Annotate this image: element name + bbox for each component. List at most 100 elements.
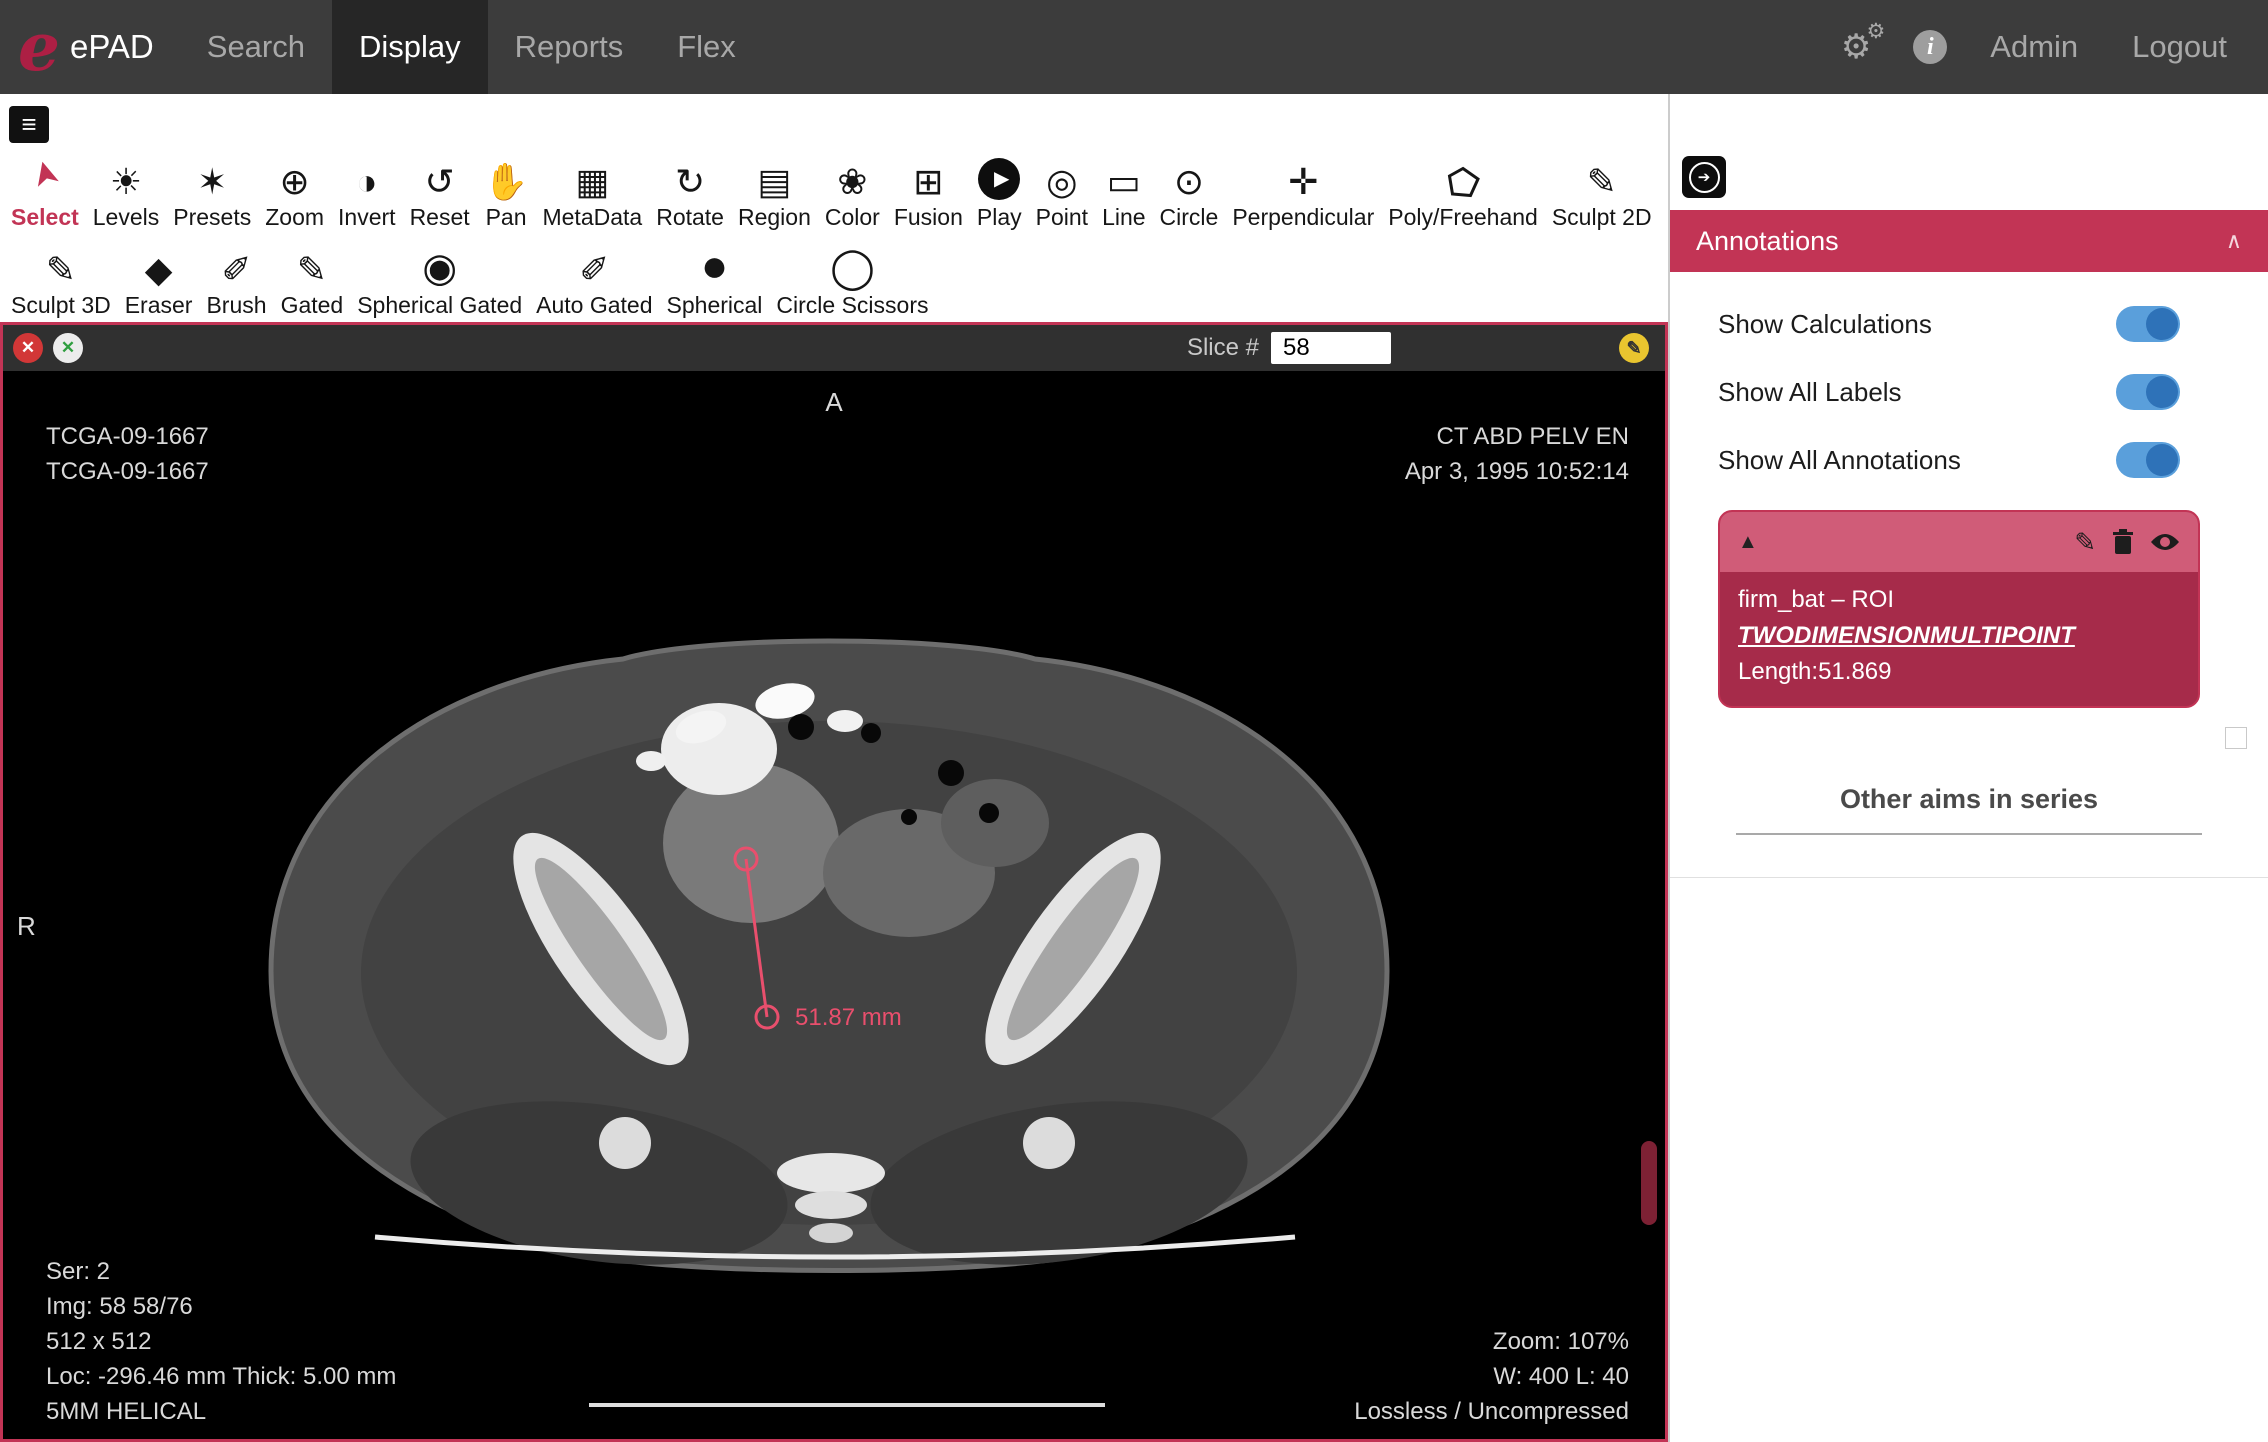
annotation-type: TWODIMENSIONMULTIPOINT bbox=[1738, 622, 2075, 649]
trash-icon[interactable] bbox=[2112, 528, 2134, 556]
annotations-sidebar: ➔ Annotations ∧ Show Calculations Show A… bbox=[1668, 94, 2268, 1442]
tool-perpendicular[interactable]: ✛ Perpendicular bbox=[1225, 148, 1381, 231]
show-calculations-switch[interactable] bbox=[2116, 306, 2180, 342]
settings-gear-icon[interactable]: ⚙ ⚙ bbox=[1841, 20, 1885, 67]
epad-app: e ePAD Search Display Reports Flex ⚙ ⚙ i … bbox=[0, 0, 2268, 1442]
tool-eraser[interactable]: ◆ Eraser bbox=[118, 236, 200, 319]
tool-pan[interactable]: ✋ Pan bbox=[477, 148, 536, 231]
ruler-icon: ▭ bbox=[1106, 161, 1141, 202]
toggle-label: Show All Labels bbox=[1718, 376, 1902, 407]
patient-name: TCGA-09-1667 bbox=[46, 458, 209, 485]
tool-line[interactable]: ▭ Line bbox=[1095, 148, 1152, 231]
circle-icon: ⊙ bbox=[1173, 161, 1205, 202]
tool-label: Pan bbox=[485, 204, 527, 230]
tool-label: Levels bbox=[92, 204, 160, 230]
tool-label: Circle bbox=[1159, 204, 1219, 230]
eye-icon[interactable] bbox=[2150, 532, 2180, 552]
tool-fusion[interactable]: ⊞ Fusion bbox=[887, 148, 970, 231]
tool-rotate[interactable]: ↻ Rotate bbox=[649, 148, 731, 231]
info-icon[interactable]: i bbox=[1913, 30, 1948, 64]
toggle-row-show-all-labels: Show All Labels bbox=[1718, 358, 2180, 426]
nav-logout[interactable]: Logout bbox=[2105, 0, 2254, 94]
tool-presets[interactable]: ✶ Presets bbox=[166, 148, 258, 231]
tool-label: Circle Scissors bbox=[776, 292, 929, 318]
tool-region[interactable]: ▤ Region bbox=[731, 148, 818, 231]
tool-poly-freehand[interactable]: Poly/Freehand bbox=[1381, 148, 1545, 231]
nav-search[interactable]: Search bbox=[180, 0, 332, 94]
nav-admin[interactable]: Admin bbox=[1963, 0, 2105, 94]
circle-outline-icon: ◯ bbox=[830, 246, 875, 290]
compression-info: Lossless / Uncompressed bbox=[1354, 1398, 1629, 1425]
tool-label: Color bbox=[824, 204, 880, 230]
tool-color[interactable]: ❀ Color bbox=[818, 148, 887, 231]
tool-play[interactable]: ▶ Play bbox=[970, 158, 1029, 231]
tool-label: Point bbox=[1035, 204, 1089, 230]
hamburger-menu-button[interactable]: ≡ bbox=[9, 106, 49, 143]
chevron-up-icon[interactable]: ∧ bbox=[2226, 228, 2242, 254]
tool-auto-gated[interactable]: ✐ Auto Gated bbox=[529, 236, 659, 319]
tool-gated[interactable]: ✎ Gated bbox=[274, 236, 351, 319]
resize-handle[interactable] bbox=[2225, 727, 2247, 749]
annotations-panel-header[interactable]: Annotations ∧ bbox=[1670, 210, 2268, 272]
annotation-length: Length:51.869 bbox=[1738, 658, 1892, 685]
nav-display[interactable]: Display bbox=[332, 0, 488, 94]
tool-label: MetaData bbox=[542, 204, 643, 230]
nav-reports[interactable]: Reports bbox=[488, 0, 651, 94]
series-info-overlay: Ser: 2 Img: 58 58/76 512 x 512 Loc: -296… bbox=[46, 1254, 396, 1429]
annotations-title: Annotations bbox=[1696, 225, 1839, 256]
nav-flex[interactable]: Flex bbox=[650, 0, 763, 94]
play-icon: ▶ bbox=[978, 158, 1021, 200]
window-level: W: 400 L: 40 bbox=[1493, 1363, 1629, 1390]
switch-knob bbox=[2146, 308, 2178, 340]
tool-brush[interactable]: ✐ Brush bbox=[199, 236, 273, 319]
annotation-card-header: ▲ ✎ bbox=[1720, 512, 2198, 572]
tool-circle-scissors[interactable]: ◯ Circle Scissors bbox=[769, 236, 935, 319]
app-title: ePAD bbox=[70, 28, 154, 65]
tool-label: Sculpt 3D bbox=[11, 292, 111, 318]
collapse-triangle-icon[interactable]: ▲ bbox=[1738, 531, 1758, 554]
sidebar-collapse-button[interactable]: ➔ bbox=[1682, 156, 1726, 198]
close-series-icon[interactable]: ✕ bbox=[13, 333, 43, 363]
tool-sculpt-3d[interactable]: ✎ Sculpt 3D bbox=[4, 236, 118, 319]
epad-logo[interactable]: e bbox=[18, 14, 60, 80]
annotation-card-body: firm_bat – ROI TWODIMENSIONMULTIPOINT Le… bbox=[1720, 572, 2198, 706]
tool-point[interactable]: ◎ Point bbox=[1029, 148, 1095, 231]
zoom-level: Zoom: 107% bbox=[1492, 1328, 1629, 1355]
reset-icon: ↺ bbox=[424, 161, 455, 202]
slice-number-input[interactable] bbox=[1271, 332, 1391, 364]
patient-id: TCGA-09-1667 bbox=[46, 423, 209, 450]
viewer-scrollbar-thumb[interactable] bbox=[1641, 1141, 1657, 1225]
tool-zoom[interactable]: ⊕ Zoom bbox=[258, 148, 331, 231]
slice-controls: Slice # bbox=[1187, 332, 1391, 364]
toggle-label: Show All Annotations bbox=[1718, 444, 1961, 475]
toolbar-row-2: ✎ Sculpt 3D ◆ Eraser ✐ Brush ✎ Gated ◉ Spheri… bbox=[4, 236, 935, 319]
toggle-row-show-all-annotations: Show All Annotations bbox=[1718, 426, 2180, 494]
study-datetime: Apr 3, 1995 10:52:14 bbox=[1404, 458, 1629, 485]
tool-spherical-gated[interactable]: ◉ Spherical Gated bbox=[350, 236, 529, 319]
edit-annotation-icon[interactable]: ✎ bbox=[1619, 333, 1649, 363]
tool-label: Rotate bbox=[656, 204, 724, 230]
viewer-canvas[interactable]: 51.87 mm A R TCGA-09-1667 TCGA-09-1667 C… bbox=[3, 371, 1665, 1439]
show-all-annotations-switch[interactable] bbox=[2116, 442, 2180, 478]
tool-reset[interactable]: ↺ Reset bbox=[403, 148, 477, 231]
polygon-icon bbox=[1445, 148, 1481, 200]
tool-label: Perpendicular bbox=[1232, 204, 1375, 230]
slice-location: Loc: -296.46 mm Thick: 5.00 mm bbox=[46, 1363, 397, 1390]
protocol-name: 5MM HELICAL bbox=[46, 1398, 207, 1425]
tool-invert[interactable]: ◑ Invert bbox=[331, 148, 403, 231]
edit-icon[interactable]: ✎ bbox=[2074, 527, 2096, 558]
pan-hand-icon: ✋ bbox=[483, 161, 529, 202]
toolbar-row-1: ➤ Select ☀ Levels ✶ Presets ⊕ Zoom ◑ Invert ↺… bbox=[4, 148, 1659, 231]
tool-sculpt-2d[interactable]: ✎ Sculpt 2D bbox=[1545, 148, 1659, 231]
detach-series-icon[interactable]: ✕ bbox=[53, 333, 83, 363]
tool-spherical[interactable]: ● Spherical bbox=[660, 236, 770, 319]
tool-circle[interactable]: ⊙ Circle bbox=[1153, 148, 1226, 231]
show-all-labels-switch[interactable] bbox=[2116, 374, 2180, 410]
pencil-arrow-icon: ✐ bbox=[579, 249, 610, 290]
annotation-card[interactable]: ▲ ✎ firm_bat – ROI TWODIMENSIONMULTIPOIN… bbox=[1718, 510, 2200, 708]
tool-select[interactable]: ➤ Select bbox=[4, 148, 86, 231]
pencil-icon: ✎ bbox=[1586, 161, 1617, 202]
tool-metadata[interactable]: ▦ MetaData bbox=[535, 148, 649, 231]
eraser-icon: ◆ bbox=[144, 249, 173, 290]
tool-levels[interactable]: ☀ Levels bbox=[86, 148, 166, 231]
